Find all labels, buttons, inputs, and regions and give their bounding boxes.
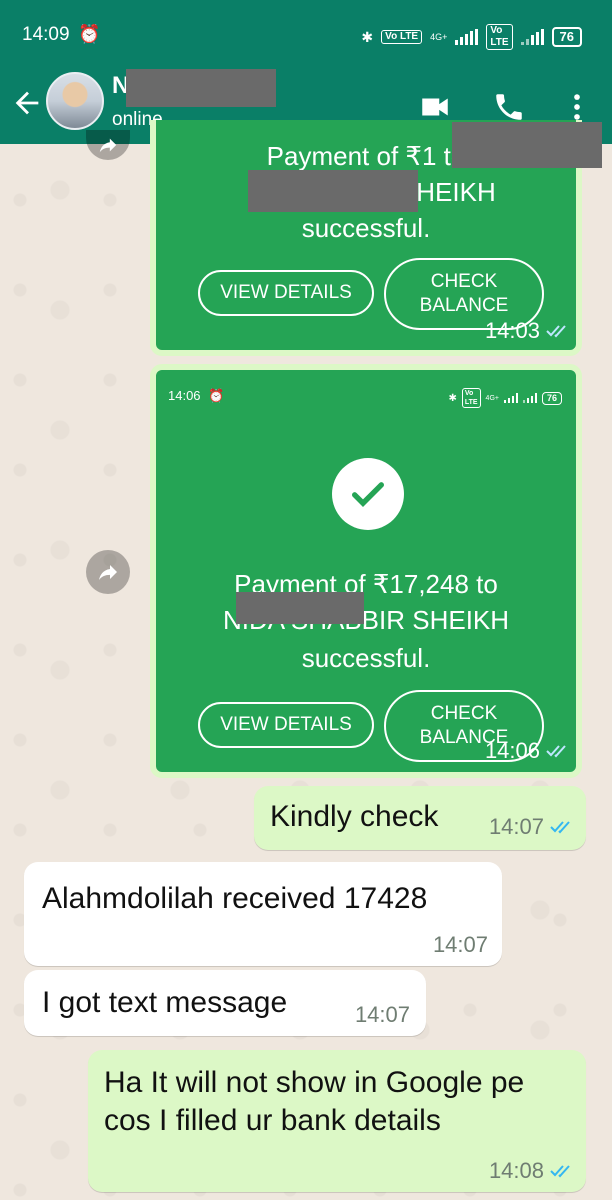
inner-status-bar: 14:06 ⏰ ✱ Vo LTE 4G+ 76 — [168, 388, 562, 408]
view-details-button-2[interactable]: VIEW DETAILS — [198, 702, 374, 748]
message-text: Ha It will not show in Google pe cos I f… — [104, 1066, 525, 1137]
success-check-icon — [332, 458, 404, 530]
redacted-recipient — [452, 122, 602, 168]
message-time: 14:07 — [488, 814, 544, 839]
card1-time: 14:03 — [484, 318, 540, 343]
alarm-clock-icon: ⏰ — [78, 24, 101, 44]
volte-badge-2: Vo LTE — [486, 24, 513, 50]
payment-card-2[interactable]: 14:06 ⏰ ✱ Vo LTE 4G+ 76 Payment of ₹17,24… — [150, 364, 582, 778]
message-text: Alahmdolilah received 17428 — [42, 882, 428, 915]
message-bubble-incoming[interactable]: Alahmdolilah received 17428 14:07 — [24, 862, 502, 966]
bluetooth-icon: ✱ — [361, 28, 374, 45]
video-call-icon[interactable] — [418, 90, 452, 124]
network-type: 4G+ — [430, 32, 448, 42]
card2-line3: successful. — [301, 643, 431, 673]
message-time: 14:07 — [354, 1002, 410, 1027]
inner-signal-icon — [503, 393, 518, 403]
redacted-name — [126, 69, 276, 107]
double-tick-icon — [546, 745, 566, 758]
message-time: 14:08 — [488, 1158, 544, 1183]
battery-indicator: 76 — [551, 27, 582, 47]
card2-timestamp: 14:06 — [485, 738, 568, 764]
payment-card-1[interactable]: Payment of ₹1 to HEIKH successful. VIEW … — [150, 120, 602, 356]
status-time: 14:09 — [22, 24, 70, 45]
message-bubble-outgoing[interactable]: Ha It will not show in Google pe cos I f… — [88, 1050, 586, 1192]
phone-call-icon[interactable] — [492, 90, 526, 124]
message-timestamp: 14:07 — [489, 814, 572, 840]
redacted-name-part — [248, 170, 418, 212]
double-tick-icon — [550, 821, 570, 834]
volte-badge: Vo LTE — [381, 30, 423, 44]
inner-bluetooth-icon: ✱ — [448, 392, 457, 404]
card1-line3: successful. — [301, 213, 431, 243]
inner-battery: 76 — [541, 391, 562, 405]
card2-line1: Payment of ₹17,248 to — [234, 569, 498, 599]
signal-icon — [455, 29, 479, 45]
message-bubble-incoming[interactable]: I got text message 14:07 — [24, 970, 426, 1036]
card2-line2: NIDA SHABBIR SHEIKH — [222, 605, 510, 635]
status-bar: 14:09 ⏰ ✱ Vo LTE 4G+ Vo LTE 76 — [0, 0, 612, 72]
card2-time: 14:06 — [484, 738, 540, 763]
redacted-name-part — [236, 592, 364, 624]
back-arrow-icon[interactable] — [10, 86, 44, 120]
message-time: 14:07 — [432, 932, 488, 957]
message-timestamp: 14:07 — [433, 932, 488, 958]
inner-volte-badge: Vo LTE — [461, 388, 481, 408]
card1-timestamp: 14:03 — [485, 318, 568, 344]
inner-network-type: 4G+ — [485, 394, 499, 402]
signal-icon-2 — [520, 29, 544, 45]
message-bubble-outgoing[interactable]: Kindly check 14:07 — [254, 786, 586, 850]
forward-button-2[interactable] — [86, 550, 130, 594]
message-timestamp: 14:08 — [489, 1158, 572, 1184]
more-options-icon[interactable] — [560, 90, 594, 124]
inner-signal-icon-2 — [522, 393, 537, 403]
message-timestamp: 14:07 — [355, 1002, 410, 1028]
forward-arrow-icon — [99, 565, 117, 580]
inner-time: 14:06 — [168, 388, 201, 403]
double-tick-icon — [550, 1165, 570, 1178]
double-tick-icon — [546, 325, 566, 338]
contact-avatar[interactable] — [46, 72, 104, 130]
message-text: I got text message — [42, 986, 288, 1019]
inner-alarm-icon: ⏰ — [208, 388, 225, 403]
message-text: Kindly check — [270, 800, 439, 833]
inner-status-indicators: ✱ Vo LTE 4G+ 76 — [448, 388, 562, 408]
view-details-button[interactable]: VIEW DETAILS — [198, 270, 374, 316]
forward-arrow-icon — [99, 138, 117, 153]
status-indicators: ✱ Vo LTE 4G+ Vo LTE 76 — [361, 24, 582, 50]
